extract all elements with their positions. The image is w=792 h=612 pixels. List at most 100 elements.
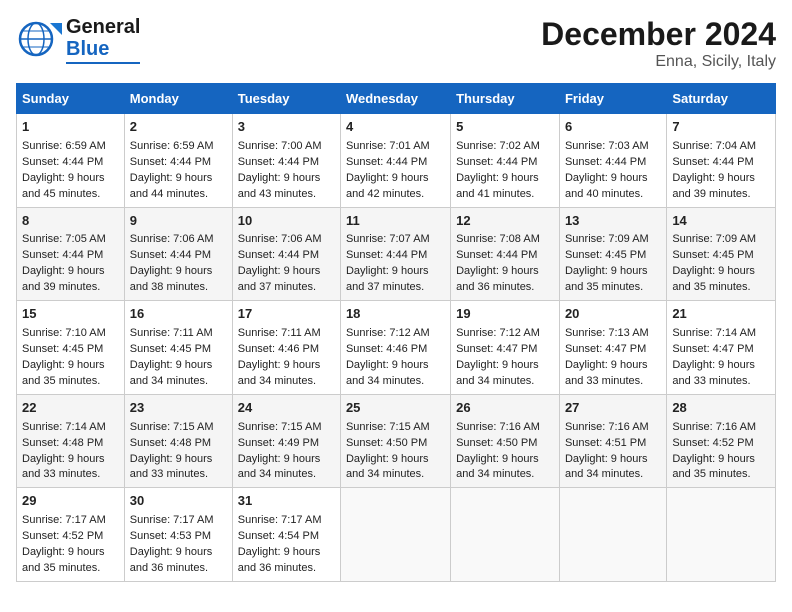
sunrise-label: Sunrise: 7:10 AM — [22, 327, 106, 339]
daylight-label: Daylight: 9 hours and 43 minutes. — [238, 172, 321, 200]
sunrise-label: Sunrise: 7:05 AM — [22, 233, 106, 245]
day-number: 29 — [22, 492, 119, 511]
sunset-label: Sunset: 4:45 PM — [672, 249, 753, 261]
sunset-label: Sunset: 4:52 PM — [672, 437, 753, 449]
sunrise-label: Sunrise: 7:16 AM — [672, 421, 756, 433]
daylight-label: Daylight: 9 hours and 34 minutes. — [238, 359, 321, 387]
sunrise-label: Sunrise: 7:09 AM — [565, 233, 649, 245]
logo: General Blue — [16, 16, 140, 64]
week-row-4: 22Sunrise: 7:14 AMSunset: 4:48 PMDayligh… — [17, 394, 776, 488]
day-number: 1 — [22, 118, 119, 137]
daylight-label: Daylight: 9 hours and 35 minutes. — [672, 265, 755, 293]
day-number: 18 — [346, 305, 445, 324]
sunset-label: Sunset: 4:45 PM — [565, 249, 646, 261]
sunrise-label: Sunrise: 7:17 AM — [22, 514, 106, 526]
page-title: December 2024 — [541, 16, 776, 53]
daylight-label: Daylight: 9 hours and 39 minutes. — [672, 172, 755, 200]
page-subtitle: Enna, Sicily, Italy — [541, 53, 776, 71]
sunset-label: Sunset: 4:52 PM — [22, 530, 103, 542]
day-number: 3 — [238, 118, 335, 137]
daylight-label: Daylight: 9 hours and 34 minutes. — [565, 453, 648, 481]
day-cell: 28Sunrise: 7:16 AMSunset: 4:52 PMDayligh… — [667, 394, 776, 488]
week-row-2: 8Sunrise: 7:05 AMSunset: 4:44 PMDaylight… — [17, 207, 776, 301]
day-number: 28 — [672, 399, 770, 418]
col-header-tuesday: Tuesday — [232, 84, 340, 114]
sunrise-label: Sunrise: 7:12 AM — [346, 327, 430, 339]
sunrise-label: Sunrise: 7:04 AM — [672, 140, 756, 152]
day-number: 21 — [672, 305, 770, 324]
daylight-label: Daylight: 9 hours and 39 minutes. — [22, 265, 105, 293]
sunset-label: Sunset: 4:44 PM — [672, 156, 753, 168]
sunrise-label: Sunrise: 6:59 AM — [130, 140, 214, 152]
sunrise-label: Sunrise: 7:15 AM — [130, 421, 214, 433]
day-cell: 8Sunrise: 7:05 AMSunset: 4:44 PMDaylight… — [17, 207, 125, 301]
sunset-label: Sunset: 4:46 PM — [346, 343, 427, 355]
week-row-1: 1 Sunrise: 6:59 AM Sunset: 4:44 PM Daylight… — [17, 114, 776, 208]
sunrise-label: Sunrise: 7:11 AM — [238, 327, 321, 339]
day-number: 14 — [672, 212, 770, 231]
day-cell: 12Sunrise: 7:08 AMSunset: 4:44 PMDayligh… — [451, 207, 560, 301]
sunrise-label: Sunrise: 7:17 AM — [130, 514, 214, 526]
col-header-thursday: Thursday — [451, 84, 560, 114]
col-header-wednesday: Wednesday — [340, 84, 450, 114]
logo-blue: Blue — [66, 38, 109, 60]
sunrise-label: Sunrise: 7:08 AM — [456, 233, 540, 245]
daylight-label: Daylight: 9 hours and 42 minutes. — [346, 172, 429, 200]
daylight-label: Daylight: 9 hours and 45 minutes. — [22, 172, 105, 200]
daylight-label: Daylight: 9 hours and 33 minutes. — [565, 359, 648, 387]
week-row-3: 15Sunrise: 7:10 AMSunset: 4:45 PMDayligh… — [17, 301, 776, 395]
sunrise-label: Sunrise: 7:12 AM — [456, 327, 540, 339]
logo-general: General — [66, 16, 140, 38]
daylight-label: Daylight: 9 hours and 34 minutes. — [456, 453, 539, 481]
sunrise-label: Sunrise: 7:06 AM — [130, 233, 214, 245]
day-cell — [340, 488, 450, 582]
day-number: 5 — [456, 118, 554, 137]
calendar-table: SundayMondayTuesdayWednesdayThursdayFrid… — [16, 83, 776, 582]
daylight-label: Daylight: 9 hours and 35 minutes. — [22, 546, 105, 574]
daylight-label: Daylight: 9 hours and 34 minutes. — [346, 453, 429, 481]
logo-icon — [16, 17, 64, 63]
sunset-label: Sunset: 4:47 PM — [565, 343, 646, 355]
sunset-label: Sunset: 4:45 PM — [22, 343, 103, 355]
sunset-label: Sunset: 4:44 PM — [565, 156, 646, 168]
sunset-label: Sunset: 4:44 PM — [238, 249, 319, 261]
col-header-friday: Friday — [559, 84, 666, 114]
day-cell: 25Sunrise: 7:15 AMSunset: 4:50 PMDayligh… — [340, 394, 450, 488]
daylight-label: Daylight: 9 hours and 35 minutes. — [565, 265, 648, 293]
day-number: 10 — [238, 212, 335, 231]
sunrise-label: Sunrise: 7:16 AM — [456, 421, 540, 433]
day-number: 6 — [565, 118, 661, 137]
day-cell: 3Sunrise: 7:00 AMSunset: 4:44 PMDaylight… — [232, 114, 340, 208]
sunset-label: Sunset: 4:50 PM — [346, 437, 427, 449]
sunrise-label: Sunrise: 7:16 AM — [565, 421, 649, 433]
day-number: 17 — [238, 305, 335, 324]
day-cell: 9Sunrise: 7:06 AMSunset: 4:44 PMDaylight… — [124, 207, 232, 301]
day-number: 11 — [346, 212, 445, 231]
daylight-label: Daylight: 9 hours and 44 minutes. — [130, 172, 213, 200]
day-number: 30 — [130, 492, 227, 511]
page-header: General Blue December 2024 Enna, Sicily,… — [16, 16, 776, 71]
day-cell: 27Sunrise: 7:16 AMSunset: 4:51 PMDayligh… — [559, 394, 666, 488]
day-cell: 4Sunrise: 7:01 AMSunset: 4:44 PMDaylight… — [340, 114, 450, 208]
sunrise-label: Sunrise: 7:03 AM — [565, 140, 649, 152]
sunset-label: Sunset: 4:54 PM — [238, 530, 319, 542]
daylight-label: Daylight: 9 hours and 36 minutes. — [238, 546, 321, 574]
daylight-label: Daylight: 9 hours and 33 minutes. — [22, 453, 105, 481]
sunset-label: Sunset: 4:48 PM — [130, 437, 211, 449]
sunrise-label: Sunrise: 7:07 AM — [346, 233, 430, 245]
daylight-label: Daylight: 9 hours and 41 minutes. — [456, 172, 539, 200]
sunset-label: Sunset: 4:48 PM — [22, 437, 103, 449]
sunset-label: Sunset: 4:49 PM — [238, 437, 319, 449]
day-number: 4 — [346, 118, 445, 137]
sunset-label: Sunset: 4:44 PM — [456, 156, 537, 168]
sunset-label: Sunset: 4:44 PM — [238, 156, 319, 168]
sunset-label: Sunset: 4:51 PM — [565, 437, 646, 449]
day-cell: 19Sunrise: 7:12 AMSunset: 4:47 PMDayligh… — [451, 301, 560, 395]
week-row-5: 29 Sunrise: 7:17 AM Sunset: 4:52 PM Dayligh… — [17, 488, 776, 582]
day-number: 25 — [346, 399, 445, 418]
daylight-label: Daylight: 9 hours and 33 minutes. — [672, 359, 755, 387]
day-number: 20 — [565, 305, 661, 324]
sunrise-label: Sunrise: 7:06 AM — [238, 233, 322, 245]
sunset-label: Sunset: 4:47 PM — [672, 343, 753, 355]
day-cell: 1Sunrise: 6:59 AMSunset: 4:44 PMDaylight… — [17, 114, 125, 208]
